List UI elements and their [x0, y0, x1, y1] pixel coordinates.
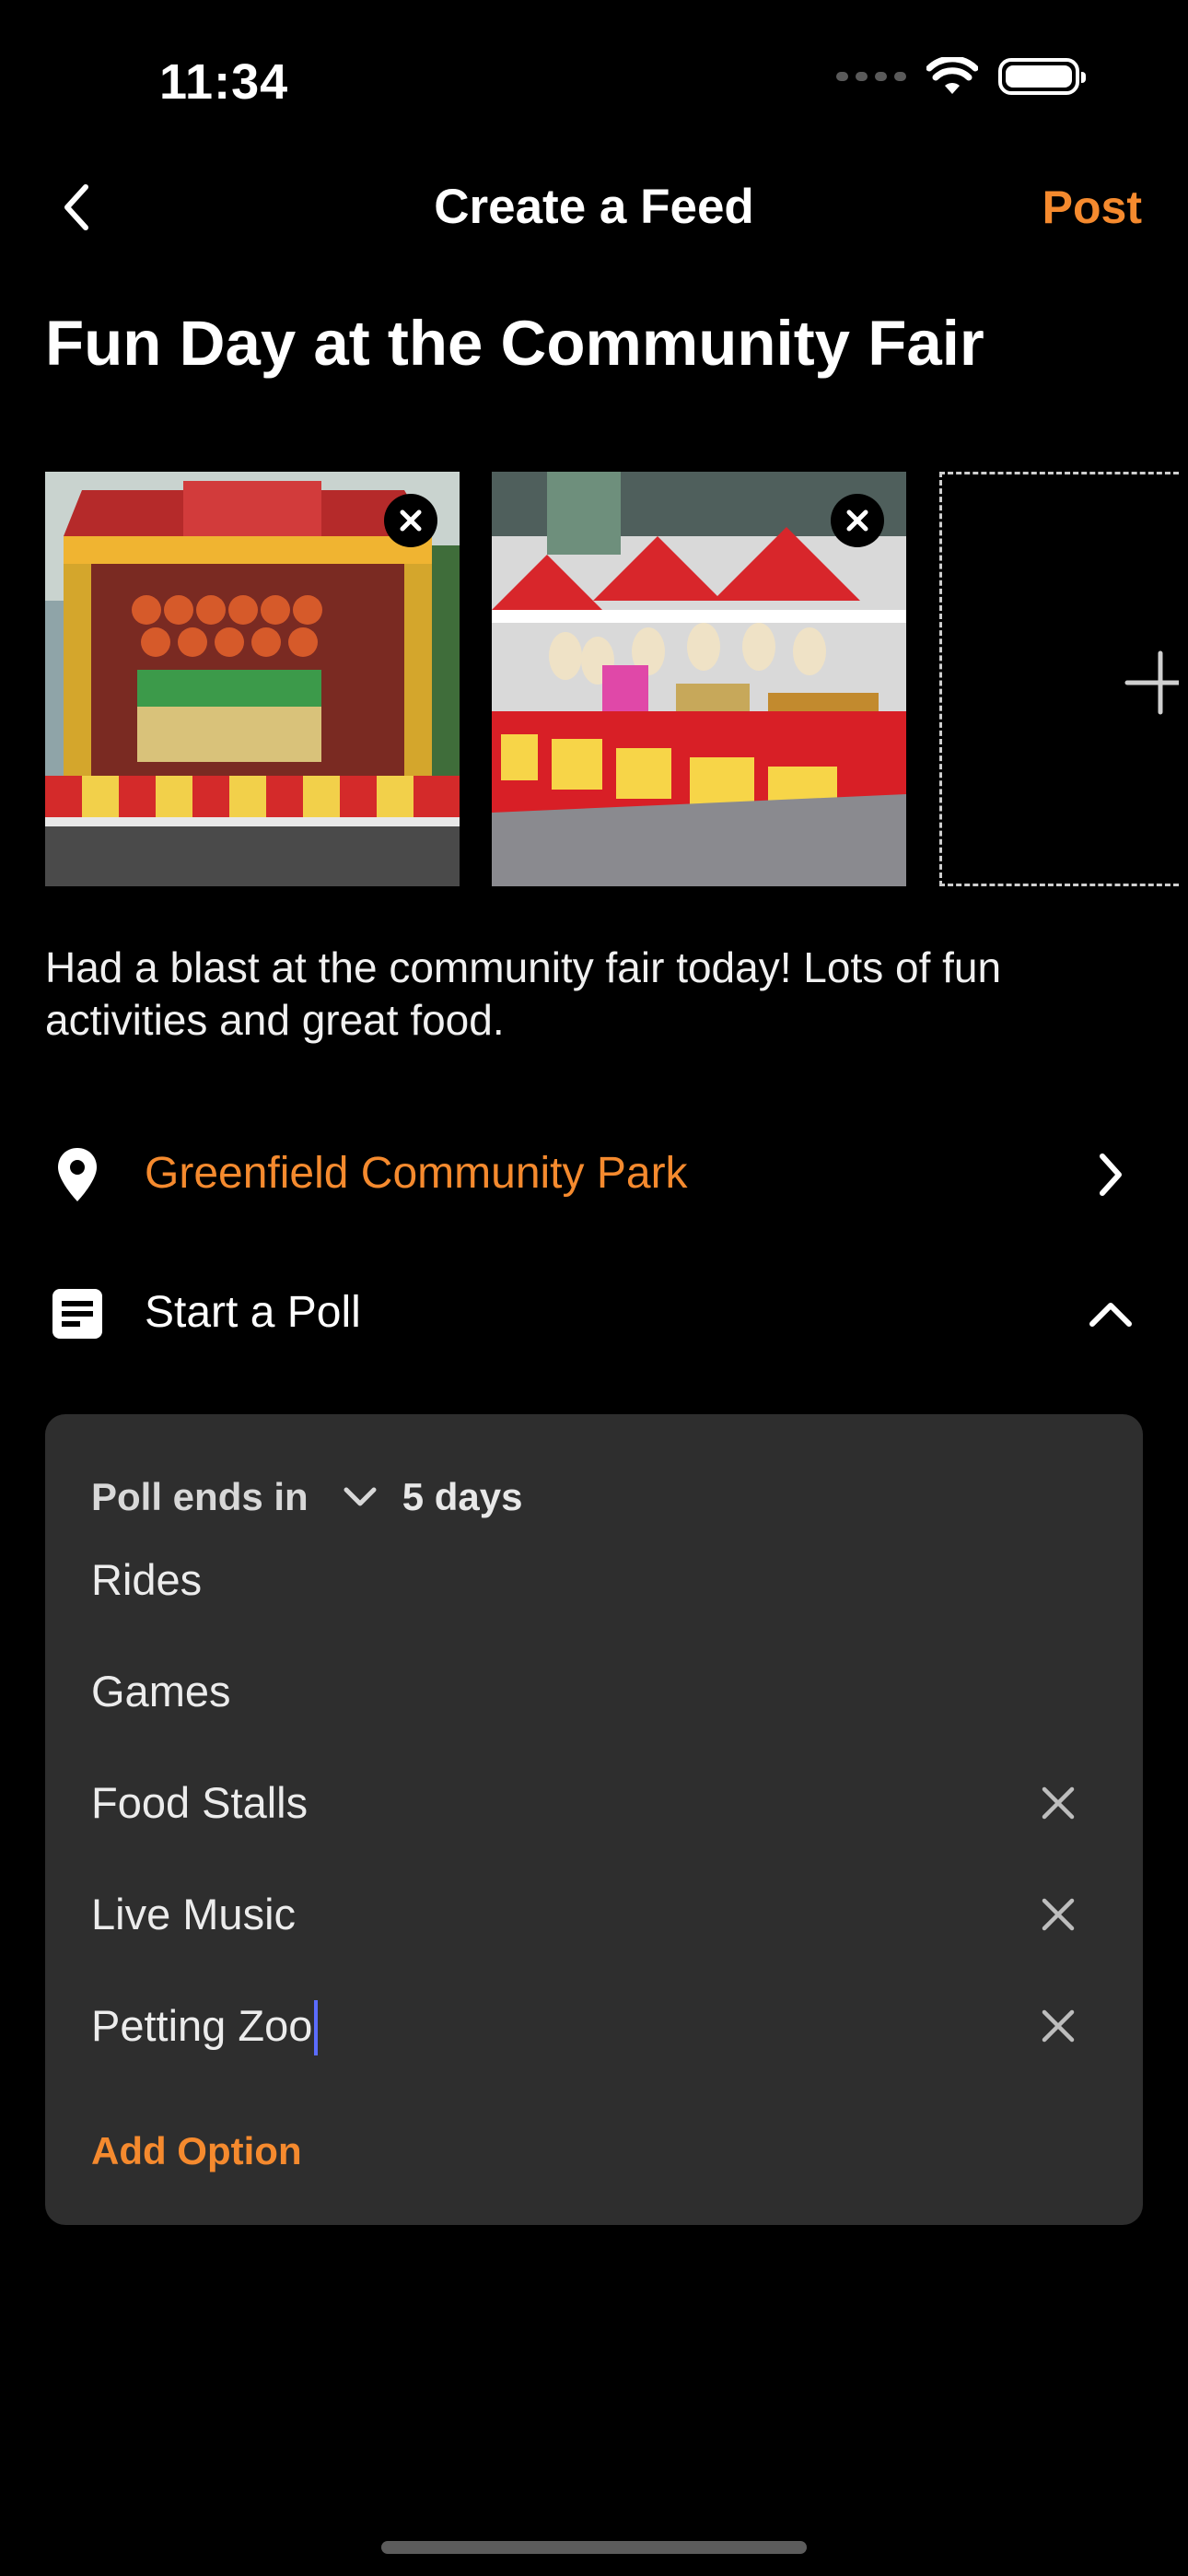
- home-indicator[interactable]: [381, 2541, 807, 2554]
- feed-title[interactable]: Fun Day at the Community Fair: [45, 304, 984, 382]
- poll-option-text: Petting Zoo: [91, 2001, 313, 2050]
- poll-option-3[interactable]: Food Stalls: [91, 1766, 1097, 1840]
- poll-duration-value: 5 days: [402, 1475, 523, 1518]
- location-row[interactable]: Greenfield Community Park: [0, 1123, 1188, 1224]
- chevron-down-icon: [340, 1477, 380, 1517]
- close-icon: [1042, 1898, 1075, 1931]
- wifi-icon: [926, 57, 978, 94]
- remove-photo-1-button[interactable]: [384, 494, 437, 547]
- chevron-right-icon: [1081, 1145, 1140, 1204]
- start-poll-row[interactable]: Start a Poll: [0, 1262, 1188, 1364]
- remove-option-5-button[interactable]: [1034, 2002, 1082, 2050]
- battery-icon: [998, 58, 1086, 95]
- chevron-left-icon: [64, 184, 88, 230]
- poll-option-text: Games: [91, 1667, 231, 1715]
- poll-icon: [48, 1284, 107, 1343]
- remove-photo-2-button[interactable]: [831, 494, 884, 547]
- photo-thumbnail-1[interactable]: [45, 472, 460, 886]
- remove-option-3-button[interactable]: [1034, 1779, 1082, 1827]
- location-pin-icon: [48, 1145, 107, 1204]
- poll-option-text: Live Music: [91, 1890, 297, 1938]
- poll-ends-label: Poll ends in: [91, 1475, 309, 1518]
- back-button[interactable]: [44, 175, 109, 240]
- status-icons: [836, 57, 1086, 96]
- add-photo-button[interactable]: [939, 472, 1179, 886]
- poll-card: Poll ends in 5 days Rides Games Food Sta…: [45, 1414, 1143, 2225]
- poll-option-2[interactable]: Games: [91, 1655, 1097, 1728]
- close-icon: [846, 509, 868, 532]
- remove-option-4-button[interactable]: [1034, 1891, 1082, 1938]
- add-option-button[interactable]: Add Option: [91, 2124, 302, 2179]
- photo-thumbnail-2[interactable]: [492, 472, 906, 886]
- poll-duration-selector[interactable]: Poll ends in 5 days: [91, 1469, 522, 1525]
- poll-option-text: Food Stalls: [91, 1778, 309, 1827]
- close-icon: [1042, 1786, 1075, 1820]
- status-time: 11:34: [159, 54, 289, 110]
- chevron-up-icon[interactable]: [1081, 1284, 1140, 1343]
- feed-description[interactable]: Had a blast at the community fair today!…: [45, 942, 1150, 1047]
- poll-option-text: Rides: [91, 1555, 203, 1604]
- close-icon: [1042, 2009, 1075, 2043]
- start-poll-label: Start a Poll: [145, 1288, 361, 1337]
- poll-option-1[interactable]: Rides: [91, 1543, 1097, 1617]
- close-icon: [400, 509, 422, 532]
- post-button[interactable]: Post: [1042, 175, 1142, 240]
- cellular-signal-icon: [836, 72, 906, 81]
- poll-option-4[interactable]: Live Music: [91, 1878, 1097, 1951]
- location-label: Greenfield Community Park: [145, 1149, 688, 1198]
- plus-icon: [1124, 650, 1179, 715]
- page-title: Create a Feed: [434, 180, 754, 234]
- poll-option-5[interactable]: Petting Zoo: [91, 1989, 1097, 2063]
- text-cursor: [314, 1999, 319, 2055]
